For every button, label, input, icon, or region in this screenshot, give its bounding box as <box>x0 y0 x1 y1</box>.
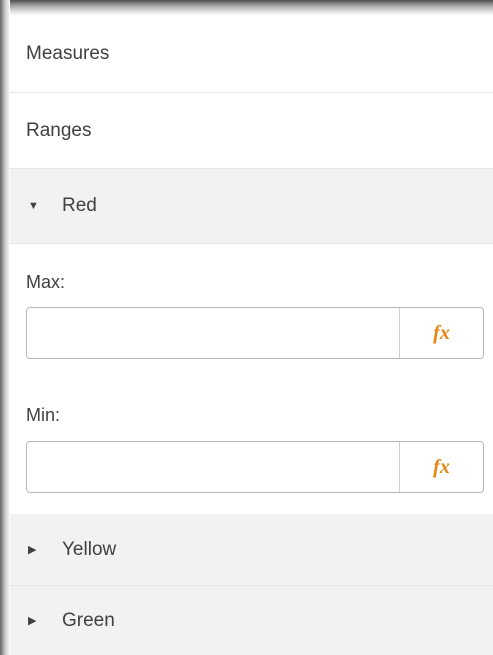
window-left-edge <box>0 0 10 655</box>
min-label: Min: <box>26 405 61 425</box>
section-green-header[interactable]: ▶ Green <box>10 586 493 655</box>
section-yellow-header[interactable]: ▶ Yellow <box>10 514 493 586</box>
measures-label: Measures <box>26 43 110 64</box>
min-input[interactable] <box>27 442 399 492</box>
section-yellow-label: Yellow <box>62 538 117 560</box>
section-red-header[interactable]: ▼ Red <box>10 169 493 244</box>
fx-icon: fx <box>433 455 450 478</box>
window-top-edge <box>0 0 493 16</box>
triangle-down-icon: ▼ <box>28 200 39 212</box>
max-field: fx <box>26 307 484 359</box>
max-label: Max: <box>26 272 66 292</box>
section-red-label: Red <box>62 195 97 216</box>
ranges-row[interactable]: Ranges <box>10 93 493 169</box>
panel-content: Measures Ranges ▼ Red Max: fx Min: fx ▶ … <box>10 16 493 655</box>
triangle-right-icon: ▶ <box>28 615 37 627</box>
section-red-body: Max: fx Min: fx <box>10 244 493 514</box>
ranges-label: Ranges <box>26 119 92 141</box>
properties-panel: Measures Ranges ▼ Red Max: fx Min: fx ▶ … <box>0 0 493 655</box>
fx-icon: fx <box>433 321 450 344</box>
triangle-right-icon: ▶ <box>28 544 37 556</box>
max-expression-button[interactable]: fx <box>399 308 483 358</box>
min-expression-button[interactable]: fx <box>399 442 483 492</box>
max-input[interactable] <box>27 308 399 358</box>
measures-row[interactable]: Measures <box>10 16 493 93</box>
min-field: fx <box>26 441 484 493</box>
section-green-label: Green <box>62 609 115 631</box>
